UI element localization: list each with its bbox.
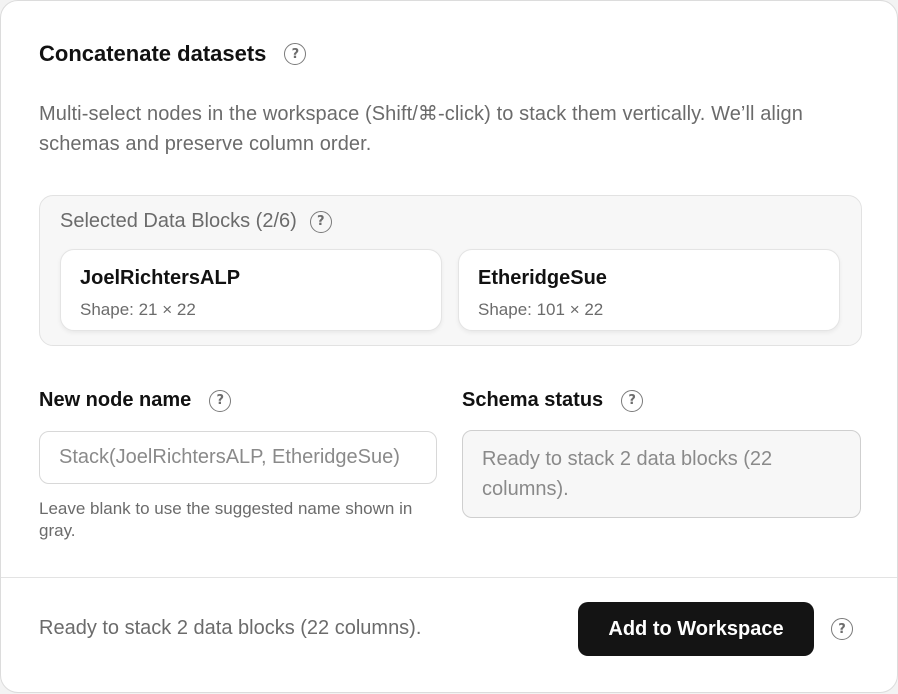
dialog-description: Multi-select nodes in the workspace (Shi…	[39, 103, 803, 155]
new-node-help-icon[interactable]: ?	[209, 389, 232, 412]
footer-divider	[1, 577, 897, 578]
data-block-shape: Shape: 101 × 22	[478, 300, 604, 319]
new-node-name-label: New node name	[39, 389, 192, 411]
data-block-name: JoelRichtersALP	[80, 267, 241, 289]
add-to-workspace-button[interactable]: Add to Workspace	[578, 602, 814, 656]
footer-help-icon[interactable]: ?	[831, 618, 853, 640]
schema-status-box: Ready to stack 2 data blocks (22 columns…	[462, 430, 861, 518]
selected-blocks-header: Selected Data Blocks (2/6) ?	[60, 210, 332, 233]
data-block-name: EtheridgeSue	[478, 267, 607, 289]
new-node-hint: Leave blank to use the suggested name sh…	[39, 499, 413, 540]
selected-blocks-panel: Selected Data Blocks (2/6) ? JoelRichter…	[39, 195, 862, 346]
selected-blocks-help-icon[interactable]: ?	[309, 210, 332, 233]
title-help-icon[interactable]: ?	[284, 43, 307, 65]
data-block-shape: Shape: 21 × 22	[80, 300, 196, 319]
schema-status-label-row: Schema status ?	[462, 389, 644, 412]
selected-blocks-label: Selected Data Blocks (2/6)	[60, 210, 297, 232]
footer-status-text: Ready to stack 2 data blocks (22 columns…	[39, 617, 422, 639]
new-node-name-input[interactable]	[39, 431, 437, 484]
dialog-title: Concatenate datasets	[39, 41, 267, 66]
schema-status-help-icon[interactable]: ?	[621, 389, 644, 412]
data-block-card[interactable]: JoelRichtersALP Shape: 21 × 22	[60, 249, 442, 331]
concatenate-dialog: Concatenate datasets ? Multi-select node…	[0, 0, 898, 693]
new-node-label-row: New node name ?	[39, 389, 232, 412]
title-row: Concatenate datasets ?	[39, 41, 307, 67]
data-block-card[interactable]: EtheridgeSue Shape: 101 × 22	[458, 249, 840, 331]
schema-status-label: Schema status	[462, 389, 604, 411]
